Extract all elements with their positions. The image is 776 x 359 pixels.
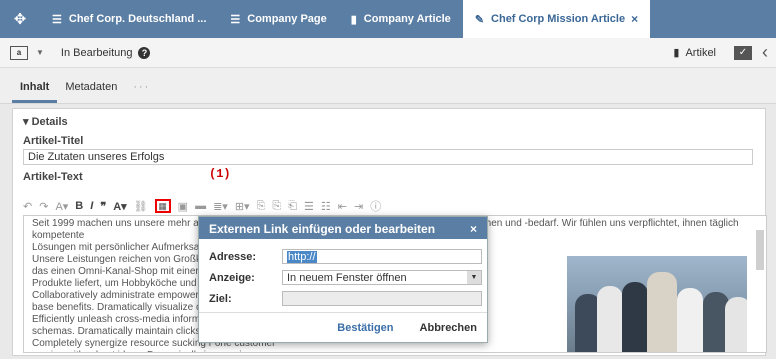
indent-icon[interactable]: ⇥ bbox=[354, 200, 363, 213]
caret-down-icon: ▾ bbox=[23, 116, 32, 128]
image-icon[interactable]: ▣ bbox=[178, 200, 188, 213]
status-label: In Bearbeitung bbox=[60, 46, 133, 59]
more-tabs-button[interactable]: ··· bbox=[125, 81, 158, 103]
tab-chef-corp[interactable]: ☰ Chef Corp. Deutschland ... bbox=[40, 0, 218, 38]
paste-word-icon[interactable]: ⎗ bbox=[288, 200, 297, 213]
adresse-label: Adresse: bbox=[209, 250, 257, 263]
team-photo bbox=[567, 256, 747, 352]
details-heading[interactable]: ▾ Details bbox=[23, 115, 68, 128]
anzeige-row: Anzeige: In neuem Fenster öffnen ▼ bbox=[209, 270, 482, 285]
numbered-list-icon[interactable]: ☷ bbox=[321, 200, 331, 213]
ziel-input[interactable] bbox=[282, 291, 482, 306]
content-tabs: Inhalt Metadaten ··· bbox=[0, 68, 776, 104]
richtext-toolbar: ↶ ↷ A▾ B I ❞ A▾ ⛓ ▦ ▣ ▬ ≣▾ ⊞▾ ⎘ ⎘ ⎗ ☰ ☷ … bbox=[23, 197, 388, 215]
adresse-input[interactable]: http:// bbox=[282, 249, 482, 264]
font-color-icon[interactable]: A▾ bbox=[113, 200, 126, 213]
tab-mission-article[interactable]: ✎ Chef Corp Mission Article × bbox=[462, 0, 651, 38]
annotation-marker: (1) bbox=[209, 167, 231, 181]
ziel-row: Ziel: bbox=[209, 291, 482, 306]
redo-icon[interactable]: ↷ bbox=[39, 200, 48, 213]
adresse-row: Adresse: http:// bbox=[209, 249, 482, 264]
list-icon: ☰ bbox=[230, 13, 241, 26]
paste-icon[interactable]: ⎘ bbox=[257, 200, 266, 213]
document-toolbar: a ▼ In Bearbeitung ? ▮ Artikel ✓ ‹ bbox=[0, 38, 776, 68]
list-icon: ☰ bbox=[52, 13, 62, 26]
collapse-icon[interactable]: ‹ bbox=[762, 42, 768, 63]
dialog-footer: Bestätigen Abbrechen bbox=[199, 312, 487, 342]
help-icon[interactable]: ? bbox=[138, 46, 151, 59]
anzeige-select[interactable]: In neuem Fenster öffnen ▼ bbox=[282, 270, 482, 285]
external-link-button[interactable]: ▦ bbox=[154, 199, 171, 213]
anzeige-label: Anzeige: bbox=[209, 271, 255, 284]
align-icon[interactable]: ≣▾ bbox=[213, 200, 228, 213]
tab-inhalt[interactable]: Inhalt bbox=[12, 81, 58, 103]
pencil-icon: ✎ bbox=[474, 13, 485, 26]
dialog-close-button[interactable]: × bbox=[470, 222, 477, 236]
ziel-label: Ziel: bbox=[209, 292, 232, 305]
bold-icon[interactable]: B bbox=[75, 200, 83, 212]
dialog-header: Externen Link einfügen oder bearbeiten × bbox=[199, 217, 487, 239]
tab-bar: ✥ ☰ Chef Corp. Deutschland ... ☰ Company P… bbox=[0, 0, 776, 38]
text-label: Artikel-Text bbox=[23, 171, 83, 183]
tab-company-article[interactable]: ▮ Company Article bbox=[339, 0, 463, 38]
dialog-title: Externen Link einfügen oder bearbeiten bbox=[209, 222, 436, 236]
outdent-icon[interactable]: ⇤ bbox=[338, 200, 347, 213]
quote-icon[interactable]: ❞ bbox=[100, 200, 106, 213]
paste-text-icon[interactable]: ⎘ bbox=[272, 200, 281, 213]
embed-icon[interactable]: ▬ bbox=[195, 200, 206, 212]
close-icon[interactable]: × bbox=[631, 12, 638, 26]
italic-icon[interactable]: I bbox=[90, 200, 93, 212]
chevron-down-icon[interactable]: ▼ bbox=[36, 48, 44, 57]
title-label: Artikel-Titel bbox=[23, 135, 84, 147]
dropdown-arrow-icon[interactable]: ▼ bbox=[467, 271, 481, 284]
tab-company-page[interactable]: ☰ Company Page bbox=[218, 0, 338, 38]
document-type-icon[interactable]: a bbox=[10, 45, 28, 60]
document-icon: ▮ bbox=[350, 13, 357, 26]
unlink-icon[interactable]: ⛓ bbox=[134, 200, 148, 213]
tab-metadaten[interactable]: Metadaten bbox=[57, 81, 125, 103]
cancel-button[interactable]: Abbrechen bbox=[420, 322, 477, 334]
title-input[interactable]: Die Zutaten unseres Erfolgs bbox=[23, 149, 753, 165]
home-icon[interactable]: ✥ bbox=[0, 0, 40, 38]
editor-scrollbar[interactable] bbox=[756, 218, 764, 350]
undo-icon[interactable]: ↶ bbox=[23, 200, 32, 213]
external-link-dialog: Externen Link einfügen oder bearbeiten ×… bbox=[198, 216, 488, 343]
font-size-icon[interactable]: A▾ bbox=[55, 200, 68, 213]
table-icon[interactable]: ⊞▾ bbox=[235, 200, 250, 213]
approve-icon[interactable]: ✓ bbox=[734, 45, 752, 60]
article-type-label: Artikel bbox=[685, 46, 716, 59]
info-icon[interactable]: ⓘ bbox=[370, 198, 381, 214]
confirm-button[interactable]: Bestätigen bbox=[337, 322, 393, 334]
article-icon: ▮ bbox=[673, 47, 680, 59]
bullet-list-icon[interactable]: ☰ bbox=[304, 200, 314, 213]
